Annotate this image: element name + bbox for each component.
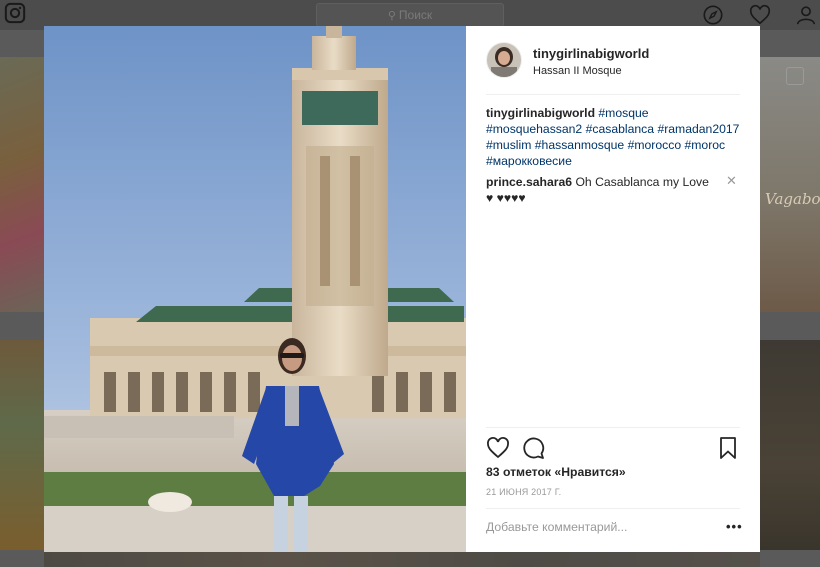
background-tile-sign-text: Vagabo bbox=[765, 190, 820, 208]
background-post-tile[interactable] bbox=[0, 57, 44, 312]
profile-icon[interactable] bbox=[795, 4, 817, 26]
comment: prince.sahara6 Oh Casablanca my Love ♥ ♥… bbox=[486, 174, 716, 206]
search-input[interactable]: ⚲ Поиск bbox=[316, 3, 504, 27]
add-comment-input[interactable] bbox=[486, 515, 706, 539]
delete-comment-icon[interactable]: ✕ bbox=[726, 173, 737, 189]
hashtag-link[interactable]: #mosquehassan2 bbox=[486, 122, 582, 136]
comment-icon[interactable] bbox=[521, 436, 545, 460]
post-caption: tinygirlinabigworld #mosque #mosquehassa… bbox=[486, 105, 742, 169]
hashtag-link[interactable]: #muslim bbox=[486, 138, 531, 152]
post-modal: tinygirlinabigworld Hassan II Mosque tin… bbox=[44, 26, 760, 552]
search-icon: ⚲ bbox=[387, 10, 396, 22]
divider bbox=[486, 94, 740, 95]
hashtag-link[interactable]: #moroc bbox=[685, 138, 726, 152]
heart-icon[interactable] bbox=[749, 4, 771, 26]
background-post-tile[interactable] bbox=[760, 340, 820, 550]
more-options-button[interactable]: ••• bbox=[726, 519, 743, 534]
avatar[interactable] bbox=[486, 42, 522, 78]
background-post-tile[interactable] bbox=[760, 57, 820, 312]
comment-username-link[interactable]: prince.sahara6 bbox=[486, 175, 572, 189]
hashtag-link[interactable]: #morocco bbox=[628, 138, 682, 152]
select-checkbox[interactable] bbox=[786, 67, 804, 85]
post-photo[interactable] bbox=[44, 26, 466, 552]
search-placeholder: Поиск bbox=[398, 8, 433, 22]
background-post-tile[interactable] bbox=[0, 340, 44, 550]
background-post-tile[interactable] bbox=[44, 552, 760, 567]
hashtag-link[interactable]: #марокковесие bbox=[486, 154, 572, 168]
instagram-logo-icon[interactable] bbox=[4, 2, 26, 24]
explore-icon[interactable] bbox=[702, 4, 724, 26]
header-location-link[interactable]: Hassan II Mosque bbox=[533, 65, 622, 77]
caption-username-link[interactable]: tinygirlinabigworld bbox=[486, 106, 595, 120]
like-heart-icon[interactable] bbox=[486, 436, 510, 460]
mosque-photo-image bbox=[44, 26, 466, 552]
divider bbox=[486, 427, 740, 428]
post-date: 21 ИЮНЯ 2017 Г. bbox=[486, 487, 562, 497]
hashtag-link[interactable]: #hassanmosque bbox=[535, 138, 624, 152]
divider bbox=[486, 508, 740, 509]
hashtag-link[interactable]: #mosque bbox=[598, 106, 648, 120]
post-header: tinygirlinabigworld Hassan II Mosque bbox=[486, 42, 740, 90]
hashtag-link[interactable]: #ramadan2017 bbox=[657, 122, 739, 136]
bookmark-icon[interactable] bbox=[716, 436, 740, 460]
likes-count[interactable]: 83 отметок «Нравится» bbox=[486, 465, 626, 479]
hashtag-link[interactable]: #casablanca bbox=[586, 122, 654, 136]
header-username-link[interactable]: tinygirlinabigworld bbox=[533, 46, 649, 61]
post-details-panel: tinygirlinabigworld Hassan II Mosque tin… bbox=[466, 26, 760, 552]
